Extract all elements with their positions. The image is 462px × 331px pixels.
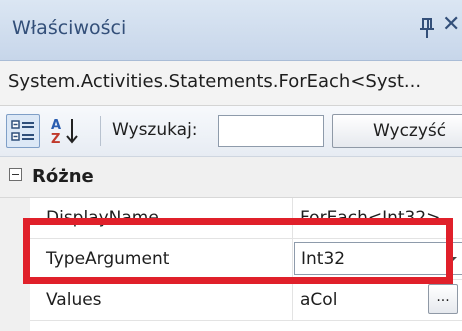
column-divider [292, 198, 293, 238]
type-argument-dropdown[interactable]: Int32 [294, 242, 462, 275]
dropdown-arrow-icon[interactable] [447, 257, 457, 262]
grid-gutter [0, 198, 30, 331]
dropdown-value: Int32 [301, 249, 346, 269]
property-name: DisplayName [46, 208, 159, 228]
alphabetical-sort-icon: A Z [51, 118, 78, 147]
pin-icon[interactable] [419, 16, 435, 40]
property-name: Values [46, 290, 102, 310]
alphabetical-sort-button[interactable]: A Z [48, 114, 84, 148]
property-name: TypeArgument [46, 249, 170, 269]
property-row-typeargument[interactable]: TypeArgument Int32 [30, 239, 462, 280]
category-header[interactable]: Różne [0, 157, 462, 198]
property-row-values[interactable]: Values aCol ... [30, 280, 462, 321]
clear-button[interactable]: Wyczyść [332, 114, 462, 148]
close-icon[interactable]: ✕ [442, 14, 460, 36]
categorized-view-button[interactable] [6, 114, 40, 148]
window-title: Właściwości [12, 17, 127, 39]
search-input[interactable] [218, 115, 324, 147]
svg-text:Z: Z [51, 132, 60, 147]
categorized-view-icon [11, 120, 34, 141]
category-label: Różne [32, 166, 94, 187]
property-value[interactable]: aCol [300, 290, 337, 310]
selected-object-name: System.Activities.Statements.ForEach<Sys… [8, 71, 422, 92]
toolbar: A Z Wyszukaj: Wyczyść [0, 106, 462, 157]
selected-object-row: System.Activities.Statements.ForEach<Sys… [0, 61, 462, 106]
svg-text:A: A [51, 118, 61, 133]
properties-panel: Właściwości ✕ System.Activities.Statemen… [0, 0, 462, 331]
title-bar: Właściwości ✕ [0, 0, 462, 61]
ellipsis-button[interactable]: ... [428, 284, 458, 314]
search-label: Wyszukaj: [112, 120, 198, 140]
toolbar-separator [100, 116, 101, 146]
property-row-displayname[interactable]: DisplayName ForEach<Int32> [30, 198, 462, 239]
property-value[interactable]: ForEach<Int32> [300, 208, 440, 228]
collapse-icon[interactable] [9, 168, 22, 181]
column-divider [292, 280, 293, 320]
column-divider [292, 239, 293, 279]
